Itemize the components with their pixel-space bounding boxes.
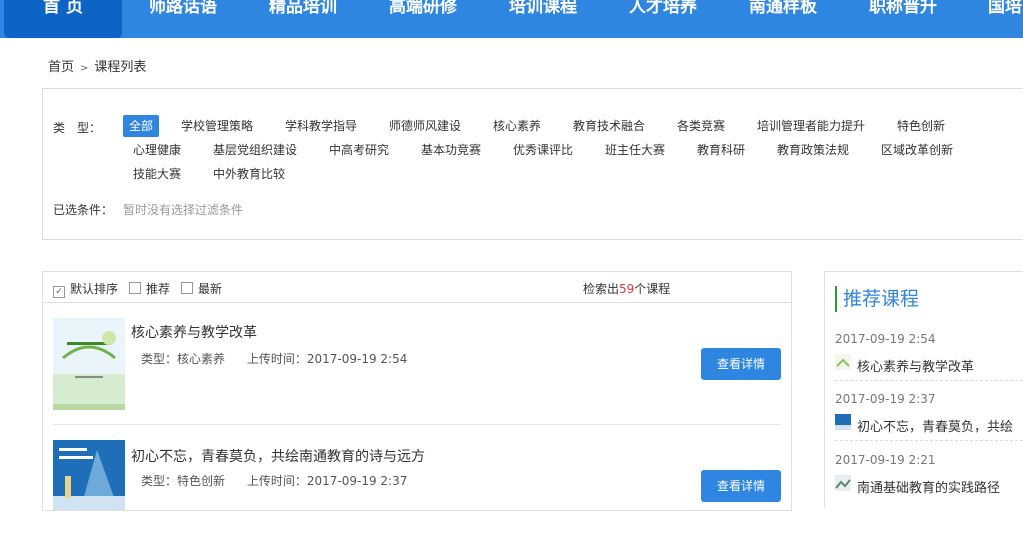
tag[interactable]: 心理健康: [127, 139, 187, 161]
tag[interactable]: 基本功竞赛: [415, 139, 487, 161]
tag[interactable]: 技能大赛: [127, 163, 187, 185]
tag[interactable]: 教育政策法规: [771, 139, 855, 161]
thumbnail-icon: [835, 354, 851, 370]
count-number: 59: [619, 282, 635, 296]
selected-conditions-label: 已选条件：: [53, 203, 114, 217]
nav-zhicheng[interactable]: 职称晋升: [868, 0, 938, 38]
tag[interactable]: 师德师风建设: [383, 115, 467, 137]
filter-panel: 类 型： 全部 学校管理策略 学科教学指导 师德师风建设 核心素养 教育技术融合…: [42, 88, 1023, 240]
view-details-button[interactable]: 查看详情: [701, 470, 781, 502]
course-thumbnail[interactable]: [53, 318, 125, 410]
nav-nantong[interactable]: 南通样板: [748, 0, 818, 38]
tag[interactable]: 班主任大赛: [599, 139, 671, 161]
tag[interactable]: 核心素养: [487, 115, 547, 137]
recommended-date: 2017-09-19 2:54: [835, 332, 936, 346]
breadcrumb-current: 课程列表: [94, 60, 147, 75]
recommended-name: 核心素养与教学改革: [857, 360, 975, 375]
course-cover-image: [53, 318, 125, 410]
sort-newest-label: 最新: [198, 282, 223, 296]
sort-recommend-label: 推荐: [146, 282, 171, 296]
breadcrumb: 首页 > 课程列表: [48, 56, 146, 75]
tag[interactable]: 教育技术融合: [567, 115, 651, 137]
tag[interactable]: 特色创新: [891, 115, 951, 137]
nav-label: 南通样板: [749, 0, 817, 17]
nav-gaoduan[interactable]: 高端研修: [388, 0, 458, 38]
nav-jingpin[interactable]: 精品培训: [268, 0, 338, 38]
nav-rencai[interactable]: 人才培养: [628, 0, 698, 38]
course-list: ✓ 默认排序 推荐 最新 检索出59个课程 核心素养与教学改革 类型：核心素养 上…: [42, 271, 792, 511]
count-prefix: 检索出: [583, 282, 620, 296]
tag-all[interactable]: 全部: [123, 115, 160, 137]
course-title[interactable]: 初心不忘，青春莫负，共绘南通教育的诗与远方: [131, 446, 425, 466]
count-suffix: 个课程: [634, 282, 671, 296]
nav-peixun[interactable]: 培训课程: [508, 0, 578, 38]
sort-newest[interactable]: 最新: [181, 280, 222, 297]
thumbnail-icon: [835, 414, 851, 430]
view-details-button[interactable]: 查看详情: [701, 348, 781, 380]
sort-recommend[interactable]: 推荐: [129, 280, 170, 297]
nav-label: 国培: [988, 0, 1022, 17]
tag[interactable]: 各类竞赛: [671, 115, 731, 137]
course-cover-image: [53, 440, 125, 510]
recommended-item[interactable]: 2017-09-19 2:54 核心素养与教学改革: [835, 332, 1023, 392]
checkbox-checked-icon[interactable]: ✓: [53, 286, 65, 298]
recommended-date: 2017-09-19 2:37: [835, 392, 936, 406]
nav-label: 高端研修: [389, 0, 457, 17]
checkbox-icon[interactable]: [129, 282, 141, 294]
course-title[interactable]: 核心素养与教学改革: [131, 322, 257, 342]
recommended-date: 2017-09-19 2:21: [835, 453, 936, 467]
nav-home-label: 首 页: [43, 0, 83, 17]
selected-conditions-empty: 暂时没有选择过滤条件: [123, 203, 244, 217]
nav-shilu[interactable]: 师路话语: [148, 0, 218, 38]
tag[interactable]: 中高考研究: [323, 139, 395, 161]
course-type: 类型：特色创新: [141, 474, 226, 488]
recommended-name: 初心不忘，青春莫负，共绘: [857, 420, 1014, 435]
course-item: 初心不忘，青春莫负，共绘南通教育的诗与远方 类型：特色创新 上传时间：2017-…: [43, 428, 791, 546]
breadcrumb-home[interactable]: 首页: [48, 60, 74, 75]
tag[interactable]: 培训管理者能力提升: [751, 115, 871, 137]
top-nav: 首 页 师路话语 精品培训 高端研修 培训课程 人才培养 南通样板 职称晋升 国…: [0, 0, 1023, 38]
course-meta: 类型：核心素养 上传时间：2017-09-19 2:54: [141, 350, 407, 367]
divider: [835, 380, 1023, 381]
tag[interactable]: 学校管理策略: [175, 115, 259, 137]
course-upload-time: 上传时间：2017-09-19 2:37: [246, 474, 408, 488]
nav-home[interactable]: 首 页: [4, 0, 122, 38]
course-item: 核心素养与教学改革 类型：核心素养 上传时间：2017-09-19 2:54 查…: [43, 304, 791, 422]
nav-label: 师路话语: [149, 0, 217, 17]
recommended-name: 南通基础教育的实践路径: [857, 481, 1001, 496]
recommended-panel: 推荐课程 2017-09-19 2:54 核心素养与教学改革 2017-09-1…: [824, 271, 1023, 508]
tag[interactable]: 基层党组织建设: [207, 139, 303, 161]
breadcrumb-separator: >: [80, 63, 89, 74]
course-meta: 类型：特色创新 上传时间：2017-09-19 2:37: [141, 472, 407, 489]
recommended-title: 推荐课程: [835, 286, 919, 312]
nav-label: 人才培养: [629, 0, 697, 17]
divider: [835, 440, 1023, 441]
nav-label: 培训课程: [509, 0, 577, 17]
sort-bar: ✓ 默认排序 推荐 最新 检索出59个课程: [43, 272, 791, 303]
sort-default-label: 默认排序: [70, 282, 119, 296]
divider: [53, 424, 781, 425]
checkbox-icon[interactable]: [181, 282, 193, 294]
nav-label: 精品培训: [269, 0, 337, 17]
tag[interactable]: 教育科研: [691, 139, 751, 161]
recommended-item[interactable]: 2017-09-19 2:21 南通基础教育的实践路径: [835, 453, 1023, 508]
type-label: 类 型：: [53, 121, 102, 135]
sort-default[interactable]: ✓ 默认排序: [53, 280, 118, 298]
tag[interactable]: 中外教育比较: [207, 163, 291, 185]
result-count: 检索出59个课程: [583, 280, 670, 297]
thumbnail-icon: [835, 475, 851, 491]
nav-label: 职称晋升: [869, 0, 937, 17]
course-type: 类型：核心素养: [141, 352, 226, 366]
tag[interactable]: 区域改革创新: [875, 139, 959, 161]
course-thumbnail[interactable]: [53, 440, 125, 510]
recommended-item[interactable]: 2017-09-19 2:37 初心不忘，青春莫负，共绘: [835, 392, 1023, 452]
nav-guopei[interactable]: 国培: [988, 0, 1023, 38]
tag[interactable]: 学科教学指导: [279, 115, 363, 137]
tag[interactable]: 优秀课评比: [507, 139, 579, 161]
course-upload-time: 上传时间：2017-09-19 2:54: [246, 352, 408, 366]
